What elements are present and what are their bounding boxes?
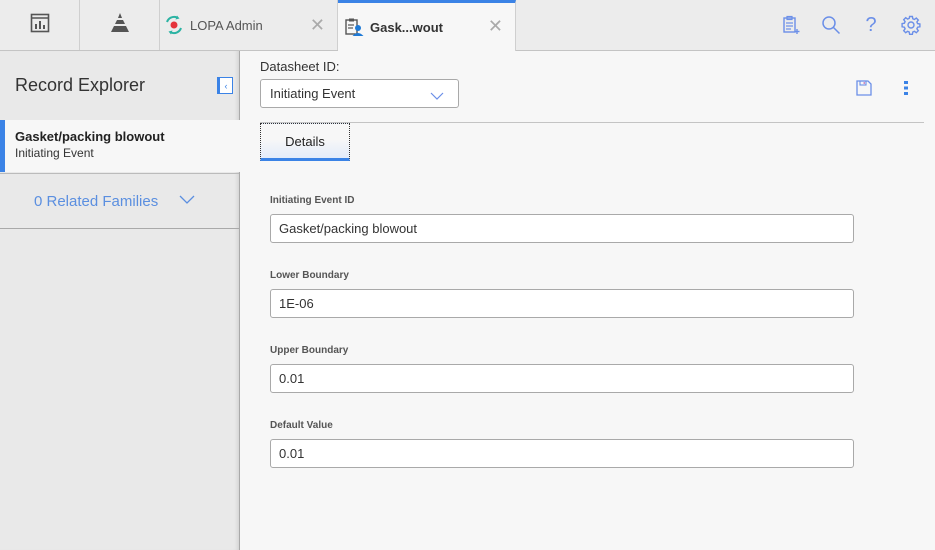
tab-record[interactable]: Gask...wout ✕: [338, 0, 516, 51]
close-icon[interactable]: ✕: [310, 16, 325, 34]
gear-icon[interactable]: [901, 15, 921, 35]
tab-label: LOPA Admin: [190, 17, 263, 33]
pyramid-button[interactable]: [80, 0, 160, 50]
datasheet-actions: [855, 79, 915, 97]
default-value-label: Default Value: [270, 420, 333, 431]
datasheet-panel: Datasheet ID: Initiating Event Details I…: [241, 51, 935, 550]
dashboard-button[interactable]: [0, 0, 80, 50]
upper-boundary-input[interactable]: [270, 364, 854, 393]
sidebar-title: Record Explorer: [15, 75, 146, 95]
close-icon[interactable]: ✕: [488, 17, 503, 35]
dashboard-icon: [30, 13, 50, 38]
new-record-icon[interactable]: [781, 15, 801, 35]
related-families-toggle[interactable]: 0 Related Families: [0, 173, 239, 229]
save-icon[interactable]: [855, 79, 873, 97]
upper-boundary-label: Upper Boundary: [270, 345, 349, 356]
search-icon[interactable]: [821, 15, 841, 35]
record-explorer-sidebar: Record Explorer ‹ Gasket/packing blowout…: [0, 51, 240, 550]
collapse-sidebar-button[interactable]: ‹: [217, 77, 233, 94]
record-name: Gasket/packing blowout: [15, 129, 165, 144]
lower-boundary-label: Lower Boundary: [270, 270, 349, 281]
record-family: Initiating Event: [15, 146, 94, 160]
top-bar: LOPA Admin ✕ Gask...wout ✕ ?: [0, 0, 935, 51]
lower-boundary-input[interactable]: [270, 289, 854, 318]
selected-record-item[interactable]: Gasket/packing blowout Initiating Event: [0, 120, 240, 172]
related-families-label: 0 Related Families: [34, 192, 159, 210]
datasheet-id-label: Datasheet ID:: [260, 59, 340, 74]
initiating-event-id-label: Initiating Event ID: [270, 195, 355, 206]
help-icon[interactable]: ?: [861, 14, 881, 36]
chevron-left-icon: ‹: [224, 80, 228, 91]
record-icon: [344, 17, 364, 37]
top-actions: ?: [781, 0, 921, 50]
tab-lopa-admin[interactable]: LOPA Admin ✕: [160, 0, 338, 50]
tab-label: Gask...wout: [370, 19, 443, 35]
more-options-icon[interactable]: [897, 79, 915, 97]
chevron-down-icon: [179, 192, 195, 210]
chevron-down-icon: [430, 89, 444, 104]
pyramid-icon: [108, 12, 132, 39]
divider: [260, 122, 924, 123]
datasheet-id-value: Initiating Event: [270, 86, 356, 101]
datasheet-id-select[interactable]: Initiating Event: [260, 79, 459, 108]
lopa-admin-icon: [164, 15, 184, 35]
default-value-input[interactable]: [270, 439, 854, 468]
tab-details[interactable]: Details: [260, 123, 350, 161]
initiating-event-id-input[interactable]: [270, 214, 854, 243]
